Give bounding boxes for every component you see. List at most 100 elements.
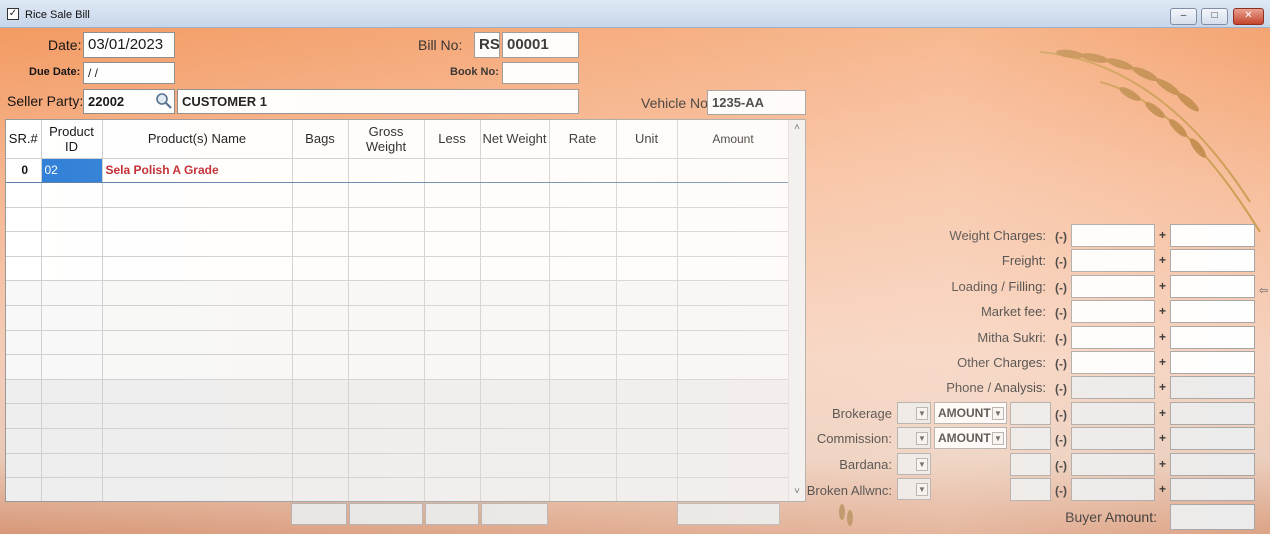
addition-field[interactable] — [1170, 274, 1255, 298]
grid-cell[interactable] — [480, 305, 550, 331]
search-icon[interactable] — [155, 92, 173, 110]
grid-cell[interactable] — [677, 354, 790, 380]
grid-cell[interactable] — [6, 453, 42, 479]
col-header-product-id[interactable]: Product ID — [41, 120, 103, 159]
deduction-field[interactable] — [1071, 249, 1155, 273]
deduction-field[interactable] — [1071, 401, 1155, 425]
grid-cell[interactable] — [348, 477, 425, 501]
col-header-net-weight[interactable]: Net Weight — [480, 120, 550, 159]
scroll-down-icon[interactable]: ˅ — [791, 486, 803, 498]
grid-cell[interactable] — [292, 477, 349, 501]
col-header-unit[interactable]: Unit — [616, 120, 678, 159]
grid-cell[interactable] — [549, 477, 617, 501]
bardana-rate-field[interactable] — [1010, 453, 1051, 476]
grid-cell[interactable] — [292, 330, 349, 356]
cell-product-name[interactable]: Sela Polish A Grade — [102, 157, 293, 184]
grid-cell[interactable] — [424, 305, 481, 331]
grid-cell[interactable] — [41, 280, 103, 307]
grid-cell[interactable] — [616, 428, 678, 454]
grid-cell[interactable] — [102, 280, 293, 307]
grid-cell[interactable] — [549, 280, 617, 307]
grid-cell[interactable] — [677, 231, 790, 257]
grid-cell[interactable] — [41, 354, 103, 380]
grid-cell[interactable] — [424, 256, 481, 282]
grid-cell[interactable] — [41, 428, 103, 454]
grid-cell[interactable] — [102, 354, 293, 380]
date-field[interactable]: 03/01/2023 — [83, 32, 175, 58]
addition-field[interactable] — [1170, 401, 1255, 425]
addition-field[interactable] — [1170, 376, 1255, 400]
grid-cell[interactable] — [424, 477, 481, 501]
grid-cell[interactable] — [616, 477, 678, 501]
grid-cell[interactable] — [480, 428, 550, 454]
close-button[interactable]: ✕ — [1233, 8, 1264, 25]
deduction-field[interactable] — [1071, 325, 1155, 349]
grid-cell[interactable] — [677, 379, 790, 405]
grid-cell[interactable] — [102, 231, 293, 257]
grid-cell[interactable] — [348, 305, 425, 331]
grid-cell[interactable] — [102, 453, 293, 479]
grid-cell[interactable] — [480, 256, 550, 282]
deduction-field[interactable] — [1071, 427, 1155, 451]
table-row[interactable] — [6, 280, 790, 307]
grid-cell[interactable] — [616, 207, 678, 233]
grid-cell[interactable] — [480, 477, 550, 501]
grid-cell[interactable] — [348, 256, 425, 282]
grid-cell[interactable] — [6, 256, 42, 282]
table-row[interactable] — [6, 453, 790, 479]
table-row[interactable] — [6, 305, 790, 331]
grid-cell[interactable] — [6, 330, 42, 356]
grid-vertical-scrollbar[interactable]: ˄ ˅ — [788, 120, 805, 501]
table-row[interactable] — [6, 207, 790, 233]
addition-field[interactable] — [1170, 478, 1255, 501]
table-row[interactable] — [6, 403, 790, 430]
grid-cell[interactable] — [677, 305, 790, 331]
grid-cell[interactable] — [348, 330, 425, 356]
grid-cell[interactable] — [616, 280, 678, 307]
cell-unit[interactable] — [616, 157, 678, 184]
grid-cell[interactable] — [348, 280, 425, 307]
book-no-field[interactable] — [502, 62, 579, 84]
grid-cell[interactable] — [549, 403, 617, 430]
deduction-field[interactable] — [1071, 274, 1155, 298]
grid-cell[interactable] — [480, 231, 550, 257]
deduction-field[interactable] — [1071, 452, 1155, 476]
table-row[interactable] — [6, 354, 790, 380]
addition-field[interactable] — [1170, 300, 1255, 324]
grid-cell[interactable] — [677, 182, 790, 208]
table-row[interactable] — [6, 330, 790, 356]
grid-cell[interactable] — [348, 428, 425, 454]
table-row[interactable] — [6, 256, 790, 282]
grid-cell[interactable] — [480, 354, 550, 380]
brokerage-dropdown[interactable]: ▼ — [897, 402, 931, 424]
grid-cell[interactable] — [348, 182, 425, 208]
brokerage-rate-field[interactable] — [1010, 402, 1051, 425]
grid-cell[interactable] — [424, 428, 481, 454]
grid-cell[interactable] — [41, 182, 103, 208]
grid-cell[interactable] — [292, 428, 349, 454]
col-header-amount[interactable]: Amount — [677, 120, 790, 159]
grid-cell[interactable] — [102, 428, 293, 454]
vehicle-no-field[interactable]: 1235-AA — [707, 90, 806, 115]
table-row[interactable] — [6, 379, 790, 405]
grid-cell[interactable] — [292, 354, 349, 380]
grid-cell[interactable] — [41, 379, 103, 405]
grid-cell[interactable] — [480, 207, 550, 233]
grid-cell[interactable] — [348, 207, 425, 233]
cell-net-weight[interactable] — [480, 157, 550, 184]
grid-cell[interactable] — [6, 182, 42, 208]
grid-cell[interactable] — [616, 379, 678, 405]
grid-cell[interactable] — [616, 256, 678, 282]
grid-cell[interactable] — [424, 231, 481, 257]
grid-cell[interactable] — [102, 477, 293, 501]
grid-cell[interactable] — [549, 354, 617, 380]
col-header-product-name[interactable]: Product(s) Name — [102, 120, 293, 159]
grid-cell[interactable] — [616, 330, 678, 356]
deduction-field[interactable] — [1071, 351, 1155, 374]
col-header-less[interactable]: Less — [424, 120, 481, 159]
cell-sr[interactable]: 0 — [6, 157, 42, 184]
grid-cell[interactable] — [677, 207, 790, 233]
grid-cell[interactable] — [677, 280, 790, 307]
grid-cell[interactable] — [6, 403, 42, 430]
grid-cell[interactable] — [102, 379, 293, 405]
